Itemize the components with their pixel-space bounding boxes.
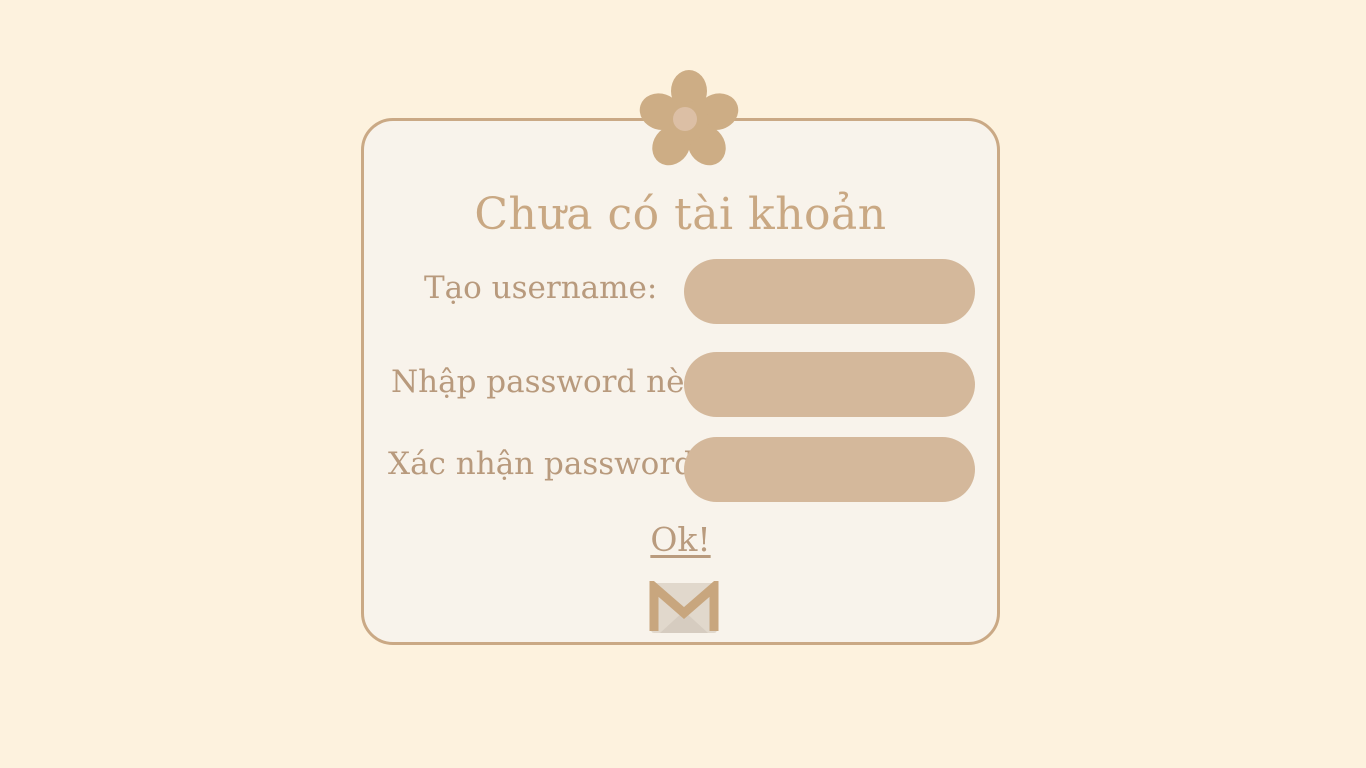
signup-card: Chưa có tài khoản Tạo username: Nhập pas… [361, 118, 1000, 645]
confirm-password-label: Xác nhận password: [388, 446, 705, 482]
ok-submit-link[interactable]: Ok! [364, 518, 997, 562]
gmail-icon[interactable] [648, 581, 720, 635]
signup-page: Chưa có tài khoản Tạo username: Nhập pas… [0, 0, 1366, 768]
username-input[interactable] [684, 259, 975, 324]
username-label: Tạo username: [424, 270, 658, 306]
password-label: Nhập password nè: [391, 364, 695, 400]
password-input[interactable] [684, 352, 975, 417]
page-title: Chưa có tài khoản [474, 189, 887, 240]
flower-icon [639, 70, 739, 166]
confirm-password-input[interactable] [684, 437, 975, 502]
